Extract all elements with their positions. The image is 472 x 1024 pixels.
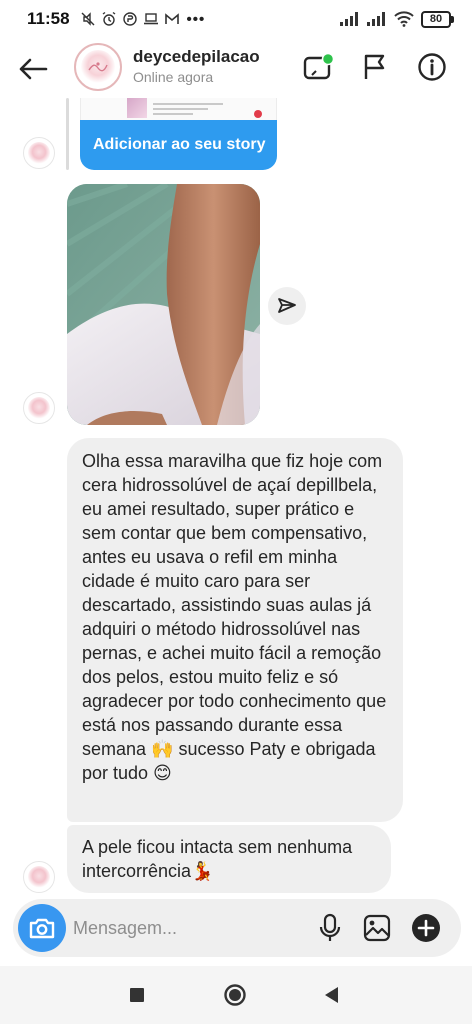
recent-apps-button[interactable] [124,982,150,1008]
sender-avatar[interactable] [23,392,55,424]
plus-circle-icon [412,914,440,942]
more-notifications-icon: ••• [186,10,206,28]
battery-level: 80 [421,10,451,28]
online-status: Online agora [133,69,214,85]
gmail-icon [164,13,179,24]
add-to-story-button[interactable]: Adicionar ao seu story [80,120,277,170]
camera-icon [29,918,55,939]
profile-username[interactable]: deycedepilacao [133,47,260,67]
profile-avatar[interactable] [74,43,122,91]
system-nav-bar [0,966,472,1024]
status-bar: 11:58 ••• 80 [0,0,472,38]
message-composer [13,899,461,957]
send-icon [278,298,296,313]
alarm-icon [102,11,115,26]
signal-icon-2 [367,12,385,26]
sender-avatar[interactable] [23,137,55,169]
back-button[interactable] [16,52,50,86]
microphone-icon [319,913,341,941]
info-button[interactable] [415,50,449,84]
gallery-icon [363,914,391,942]
laptop-icon [143,13,158,25]
video-call-icon [303,53,334,80]
home-circle-icon [224,984,246,1006]
mute-icon [81,12,95,26]
back-arrow-icon [19,58,48,80]
sync-icon [122,12,137,26]
story-share-card[interactable]: Adicionar ao seu story [80,98,277,170]
message-bubble[interactable]: Olha essa maravilha que fiz hoje com cer… [67,438,403,822]
home-button[interactable] [222,982,248,1008]
battery-icon: 80 [421,10,454,28]
status-time: 11:58 [27,9,70,28]
info-icon [418,53,446,81]
report-button[interactable] [358,50,392,84]
wifi-icon [394,11,414,27]
flag-icon [364,54,385,79]
chat-header: deycedepilacao Online agora [0,38,472,98]
video-call-button[interactable] [301,50,335,84]
story-preview-image [80,98,277,120]
message-bubble[interactable]: A pele ficou intacta sem nenhuma interco… [67,825,391,893]
gallery-button[interactable] [360,911,394,945]
voice-message-button[interactable] [313,911,347,945]
photo-content [67,184,260,425]
logo-icon [88,62,108,72]
signal-icon [340,12,358,26]
message-input[interactable] [73,916,303,940]
triangle-back-icon [325,987,338,1003]
share-button[interactable] [268,287,306,325]
reply-thread-line [66,98,69,170]
square-icon [130,988,144,1002]
photo-message[interactable] [67,184,260,425]
sender-avatar[interactable] [23,861,55,893]
system-back-button[interactable] [318,982,344,1008]
more-options-button[interactable] [409,911,443,945]
camera-button[interactable] [18,904,66,952]
